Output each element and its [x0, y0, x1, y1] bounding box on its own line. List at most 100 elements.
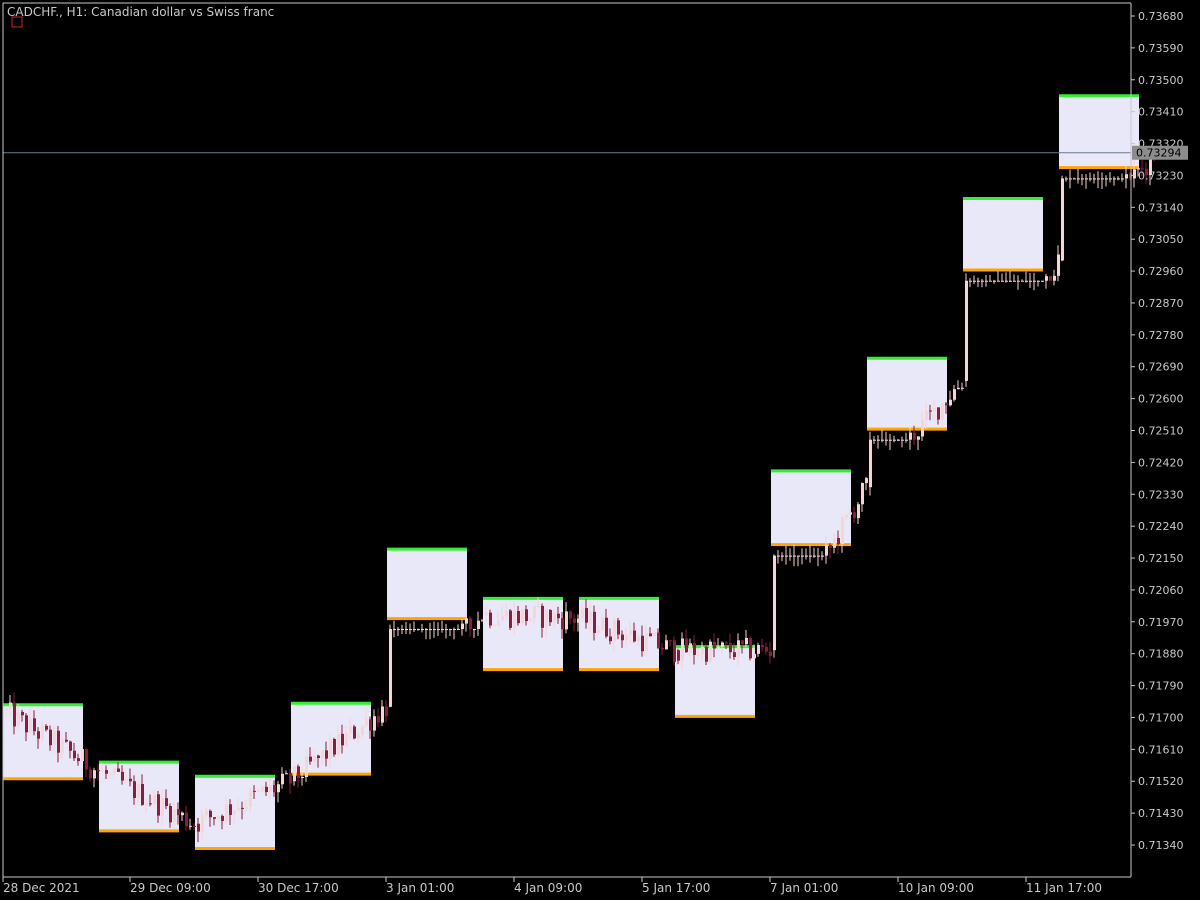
candle-body [713, 641, 716, 649]
candle-body [629, 630, 632, 635]
candle-body [477, 620, 480, 630]
candle-body [449, 629, 452, 631]
candle-body [417, 629, 420, 631]
candle-body [285, 773, 288, 775]
candle-body [249, 790, 252, 807]
candle-body [845, 514, 848, 518]
candle-body [849, 512, 852, 515]
candle-body [5, 708, 8, 711]
candle-body [857, 504, 860, 519]
candle-body [773, 555, 776, 651]
candle-body [373, 716, 376, 731]
candle-body [545, 610, 548, 628]
candle-body [1037, 280, 1040, 282]
session-box [675, 646, 755, 717]
candle-body [949, 399, 952, 406]
candle-body [837, 537, 840, 545]
candle-body [993, 280, 996, 282]
candle-body [265, 786, 268, 793]
candle-body [101, 770, 104, 772]
y-tick-label: 0.71430 [1138, 807, 1184, 820]
candle-body [1029, 280, 1032, 282]
y-tick-label: 0.73050 [1138, 233, 1184, 246]
candle-body [521, 609, 524, 624]
candle-body [325, 750, 328, 759]
candle-body [293, 766, 296, 782]
candle-body [769, 651, 772, 657]
candle-body [469, 618, 472, 630]
candle-body [413, 629, 416, 631]
candle-body [269, 785, 272, 793]
y-tick-label: 0.71340 [1138, 839, 1184, 852]
candle-body [853, 512, 856, 519]
candle-body [533, 606, 536, 619]
candle-body [689, 643, 692, 653]
candle-body [209, 810, 212, 818]
candle-body [905, 439, 908, 441]
candle-body [385, 706, 388, 717]
candle-body [1073, 178, 1076, 180]
candle-body [245, 806, 248, 809]
candle-body [1001, 280, 1004, 282]
candle-body [777, 555, 780, 557]
candle-body [1049, 276, 1052, 281]
candle-body [929, 410, 932, 412]
candle-body [793, 555, 796, 557]
candle-body [205, 810, 208, 816]
candle-body [361, 725, 364, 735]
candle-body [1069, 178, 1072, 180]
candle-body [605, 617, 608, 637]
candle-body [717, 646, 720, 649]
candle-body [1053, 275, 1056, 281]
candle-body [917, 436, 920, 440]
candle-body [281, 773, 284, 785]
y-tick-label: 0.73590 [1138, 42, 1184, 55]
candle-body [105, 770, 108, 774]
candle-body [921, 419, 924, 437]
candle-body [77, 758, 80, 762]
candle-body [573, 618, 576, 623]
y-tick-label: 0.73410 [1138, 106, 1184, 119]
candle-body [613, 620, 616, 642]
candle-body [273, 785, 276, 793]
candle-body [73, 750, 76, 759]
candle-body [761, 645, 764, 647]
candle-body [125, 778, 128, 781]
session-box [291, 703, 371, 775]
candle-body [517, 610, 520, 624]
y-tick-label: 0.71790 [1138, 680, 1184, 693]
candle-body [377, 716, 380, 723]
x-tick-label: 10 Jan 09:00 [898, 881, 974, 895]
candle-body [617, 620, 620, 635]
candle-body [625, 634, 628, 641]
candle-body [705, 646, 708, 662]
candle-body [785, 555, 788, 557]
candle-body [165, 798, 168, 807]
candle-body [897, 439, 900, 441]
candle-body [881, 439, 884, 441]
candle-body [977, 280, 980, 282]
candle-body [913, 432, 916, 440]
candle-body [597, 630, 600, 633]
candle-body [457, 629, 460, 631]
candle-body [505, 610, 508, 616]
candle-body [553, 613, 556, 623]
candle-body [733, 652, 736, 658]
y-tick-label: 0.72420 [1138, 456, 1184, 469]
candle-body [337, 733, 340, 755]
candle-body [577, 618, 580, 623]
candle-body [1057, 254, 1060, 276]
x-tick-label: 11 Jan 17:00 [1026, 881, 1102, 895]
candle-body [305, 756, 308, 778]
candle-body [561, 618, 564, 630]
candle-body [65, 739, 68, 742]
x-tick-label: 30 Dec 17:00 [258, 881, 339, 895]
candle-body [1033, 280, 1036, 282]
candle-body [1113, 178, 1116, 180]
candle-body [601, 617, 604, 631]
candle-body [669, 640, 672, 642]
candle-body [329, 739, 332, 759]
x-tick-label: 29 Dec 09:00 [130, 881, 211, 895]
candle-body [889, 439, 892, 441]
candle-body [437, 629, 440, 631]
